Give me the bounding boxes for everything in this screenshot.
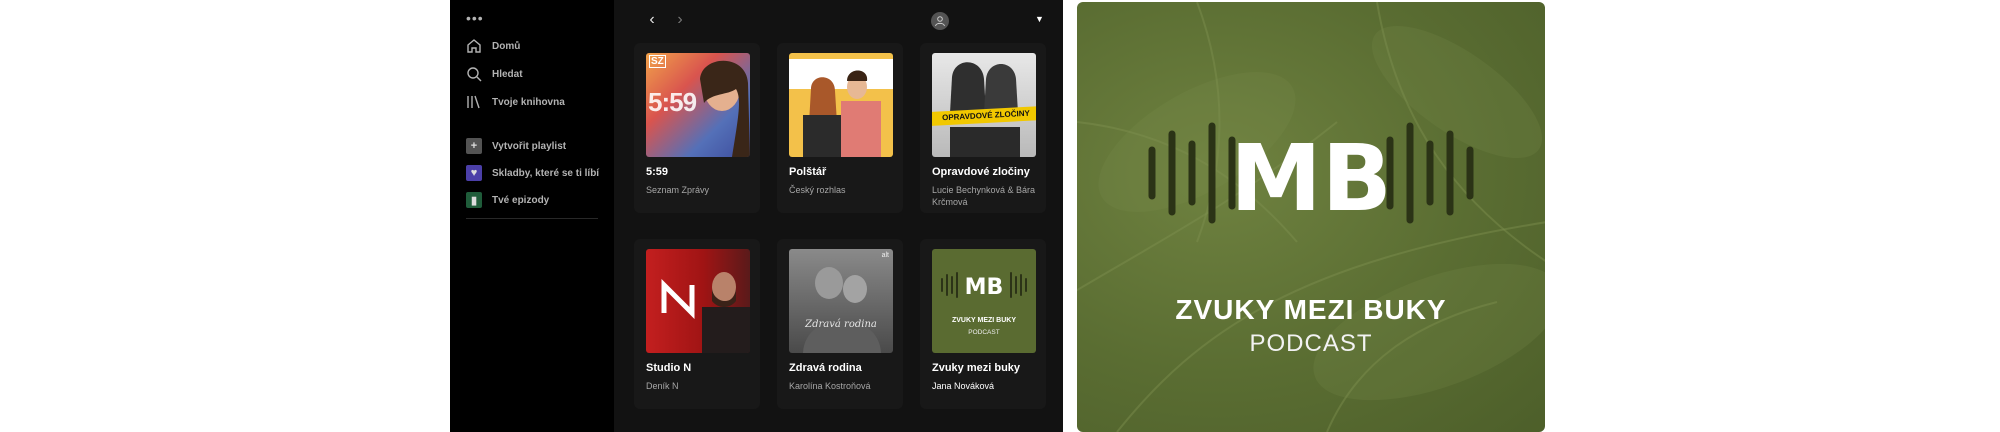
card-title: 5:59 <box>646 166 669 178</box>
podcast-card-opravdove-zlociny[interactable]: OPRAVDOVÉ ZLOČINY Opravdové zločiny Luci… <box>920 43 1046 213</box>
podcast-card-polstar[interactable]: Polštář Český rozhlas <box>777 43 903 213</box>
heart-icon: ♥ <box>466 165 482 181</box>
card-title: Zvuky mezi buky <box>932 362 1021 374</box>
cover-image: alt Zdravá rodina <box>789 249 893 353</box>
card-subtitle: Lucie Bechynková & Bára Krčmová <box>932 185 1036 207</box>
mini-monogram: MB <box>965 275 1004 300</box>
spotify-app-window: ••• Domů Hledat Tvoje knihovna + Vytvoři… <box>450 0 1063 432</box>
monogram-logo: MB <box>1148 122 1474 232</box>
plus-icon: + <box>466 138 482 154</box>
top-bar: ‹ › ▼ <box>614 0 1063 44</box>
podcast-card-5-59[interactable]: SZ 5:59 5:59 Seznam Zprávy <box>634 43 760 213</box>
liked-songs-label: Skladby, které se ti líbí <box>492 167 600 179</box>
user-icon <box>935 16 945 27</box>
card-subtitle: Deník N <box>646 381 679 391</box>
nav-search-label: Hledat <box>492 68 523 80</box>
cover-script-text: Zdravá rodina <box>805 319 877 330</box>
more-options-button[interactable]: ••• <box>466 8 484 28</box>
cover-image: MB ZVUKY MEZI BUKY PODCAST <box>932 249 1036 353</box>
cover-badge: SZ <box>649 55 666 68</box>
card-subtitle: Jana Nováková <box>932 381 995 391</box>
cover-subtitle: PODCAST <box>968 329 1000 336</box>
card-subtitle: Český rozhlas <box>789 185 846 195</box>
user-menu-caret[interactable]: ▼ <box>1035 14 1044 24</box>
nav-search[interactable]: Hledat <box>466 64 523 84</box>
your-episodes-label: Tvé epizody <box>492 194 550 206</box>
sidebar-divider <box>466 218 598 219</box>
your-episodes-button[interactable]: ▮ Tvé epizody <box>466 190 549 210</box>
cover-mark: alt <box>881 252 889 259</box>
nav-library-label: Tvoje knihovna <box>492 96 565 108</box>
liked-songs-button[interactable]: ♥ Skladby, které se ti líbí <box>466 163 599 183</box>
cover-title: ZVUKY MEZI BUKY <box>951 317 1017 324</box>
cover-image <box>789 53 893 157</box>
bookmark-icon: ▮ <box>466 192 482 208</box>
podcast-cover-art: MB ZVUKY MEZI BUKY PODCAST <box>1077 2 1545 432</box>
monogram: MB <box>1230 125 1392 232</box>
create-playlist-label: Vytvořit playlist <box>492 140 567 152</box>
cover-image: SZ 5:59 <box>646 53 750 157</box>
podcast-card-zdrava-rodina[interactable]: alt Zdravá rodina Zdravá rodina Karolína… <box>777 239 903 409</box>
cover-text: 5:59 <box>648 87 697 117</box>
nav-library[interactable]: Tvoje knihovna <box>466 92 565 112</box>
sidebar: ••• Domů Hledat Tvoje knihovna + Vytvoři… <box>450 0 614 432</box>
card-title: Studio N <box>646 362 692 374</box>
podcast-card-studio-n[interactable]: Studio N Deník N <box>634 239 760 409</box>
soundwave-icon: MB <box>941 272 1027 300</box>
back-button[interactable]: ‹ <box>642 10 662 30</box>
podcast-card-zvuky-mezi-buky[interactable]: MB ZVUKY MEZI BUKY PODCAST Zvuky mezi bu… <box>920 239 1046 409</box>
cover-image <box>646 249 750 353</box>
library-icon <box>467 95 480 109</box>
create-playlist-button[interactable]: + Vytvořit playlist <box>466 136 566 156</box>
deník-n-logo-icon <box>661 279 695 319</box>
cover-image: OPRAVDOVÉ ZLOČINY <box>932 53 1036 157</box>
podcast-title: ZVUKY MEZI BUKY <box>1175 294 1447 325</box>
card-title: Opravdové zločiny <box>932 166 1030 178</box>
nav-home[interactable]: Domů <box>466 36 520 56</box>
user-avatar[interactable] <box>931 12 949 30</box>
home-icon <box>467 39 481 53</box>
podcast-subtitle: PODCAST <box>1249 330 1373 357</box>
card-title: Zdravá rodina <box>789 362 862 374</box>
card-title: Polštář <box>789 166 827 178</box>
forward-button[interactable]: › <box>670 10 690 30</box>
search-icon <box>467 67 482 82</box>
card-subtitle: Karolína Kostroňová <box>789 381 871 391</box>
nav-home-label: Domů <box>492 40 521 52</box>
card-subtitle: Seznam Zprávy <box>646 185 710 195</box>
